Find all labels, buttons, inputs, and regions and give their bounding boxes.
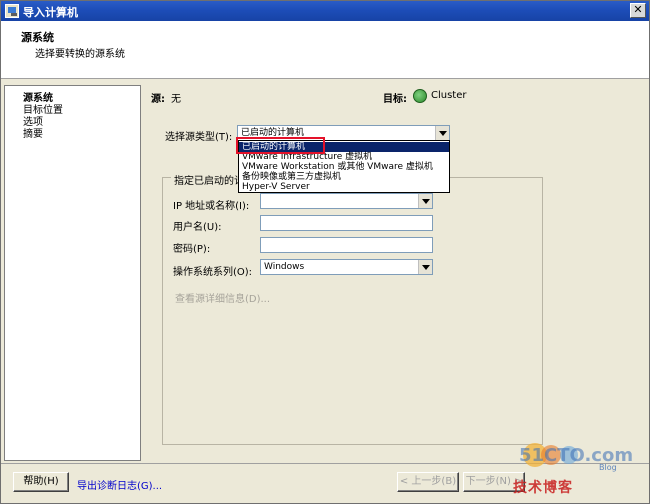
back-button[interactable]: < 上一步(B) bbox=[397, 472, 459, 492]
os-family-value: Windows bbox=[264, 262, 305, 272]
source-type-label: 选择源类型(T): bbox=[165, 132, 233, 143]
password-input[interactable] bbox=[260, 237, 433, 253]
help-button[interactable]: 帮助(H) bbox=[13, 472, 69, 492]
window-title: 导入计算机 bbox=[23, 6, 78, 19]
dropdown-option-backup-image[interactable]: 备份映像或第三方虚拟机 bbox=[239, 172, 449, 182]
dropdown-option-vmware-workstation[interactable]: VMware Workstation 或其他 VMware 虚拟机 bbox=[239, 162, 449, 172]
source-value: 无 bbox=[171, 94, 181, 105]
title-bar[interactable]: 导入计算机 ✕ bbox=[1, 1, 649, 21]
username-input[interactable] bbox=[260, 215, 433, 231]
selection-highlight-box bbox=[236, 137, 325, 154]
header-subtitle: 选择要转换的源系统 bbox=[35, 49, 125, 60]
step-summary[interactable]: 摘要 bbox=[23, 125, 43, 140]
watermark-blog-tag: Blog bbox=[599, 463, 617, 472]
steps-panel: 源系统 目标位置 选项 摘要 bbox=[4, 85, 141, 461]
close-button[interactable]: ✕ bbox=[630, 3, 646, 18]
password-label: 密码(P): bbox=[173, 244, 211, 255]
import-computer-window: 导入计算机 ✕ 源系统 选择要转换的源系统 源系统 目标位置 选项 摘要 源: … bbox=[0, 0, 650, 504]
export-diagnostic-log-link[interactable]: 导出诊断日志(G)... bbox=[77, 477, 162, 492]
watermark-slogan: 技术博客 bbox=[513, 480, 573, 496]
chevron-down-icon[interactable] bbox=[418, 194, 432, 208]
os-family-label: 操作系统系列(O): bbox=[173, 267, 253, 278]
chevron-down-icon[interactable] bbox=[435, 126, 449, 140]
cluster-icon bbox=[413, 89, 427, 103]
target-value: Cluster bbox=[431, 90, 467, 101]
group-title: 指定已启动的计 bbox=[171, 172, 247, 187]
target-label: 目标: bbox=[383, 94, 407, 105]
ip-label: IP 地址或名称(I): bbox=[173, 201, 250, 212]
os-family-select[interactable]: Windows bbox=[260, 259, 433, 275]
header-title: 源系统 bbox=[21, 31, 54, 44]
source-label: 源: bbox=[151, 94, 165, 105]
dropdown-option-hyper-v[interactable]: Hyper-V Server bbox=[239, 182, 449, 192]
user-label: 用户名(U): bbox=[173, 222, 222, 233]
computer-icon bbox=[5, 4, 19, 18]
wizard-header: 源系统 选择要转换的源系统 bbox=[1, 21, 649, 79]
watermark-logo: 51CTO.com bbox=[519, 443, 633, 467]
view-source-details-link[interactable]: 查看源详细信息(D)... bbox=[175, 290, 270, 305]
chevron-down-icon[interactable] bbox=[418, 260, 432, 274]
ip-address-select[interactable] bbox=[260, 193, 433, 209]
